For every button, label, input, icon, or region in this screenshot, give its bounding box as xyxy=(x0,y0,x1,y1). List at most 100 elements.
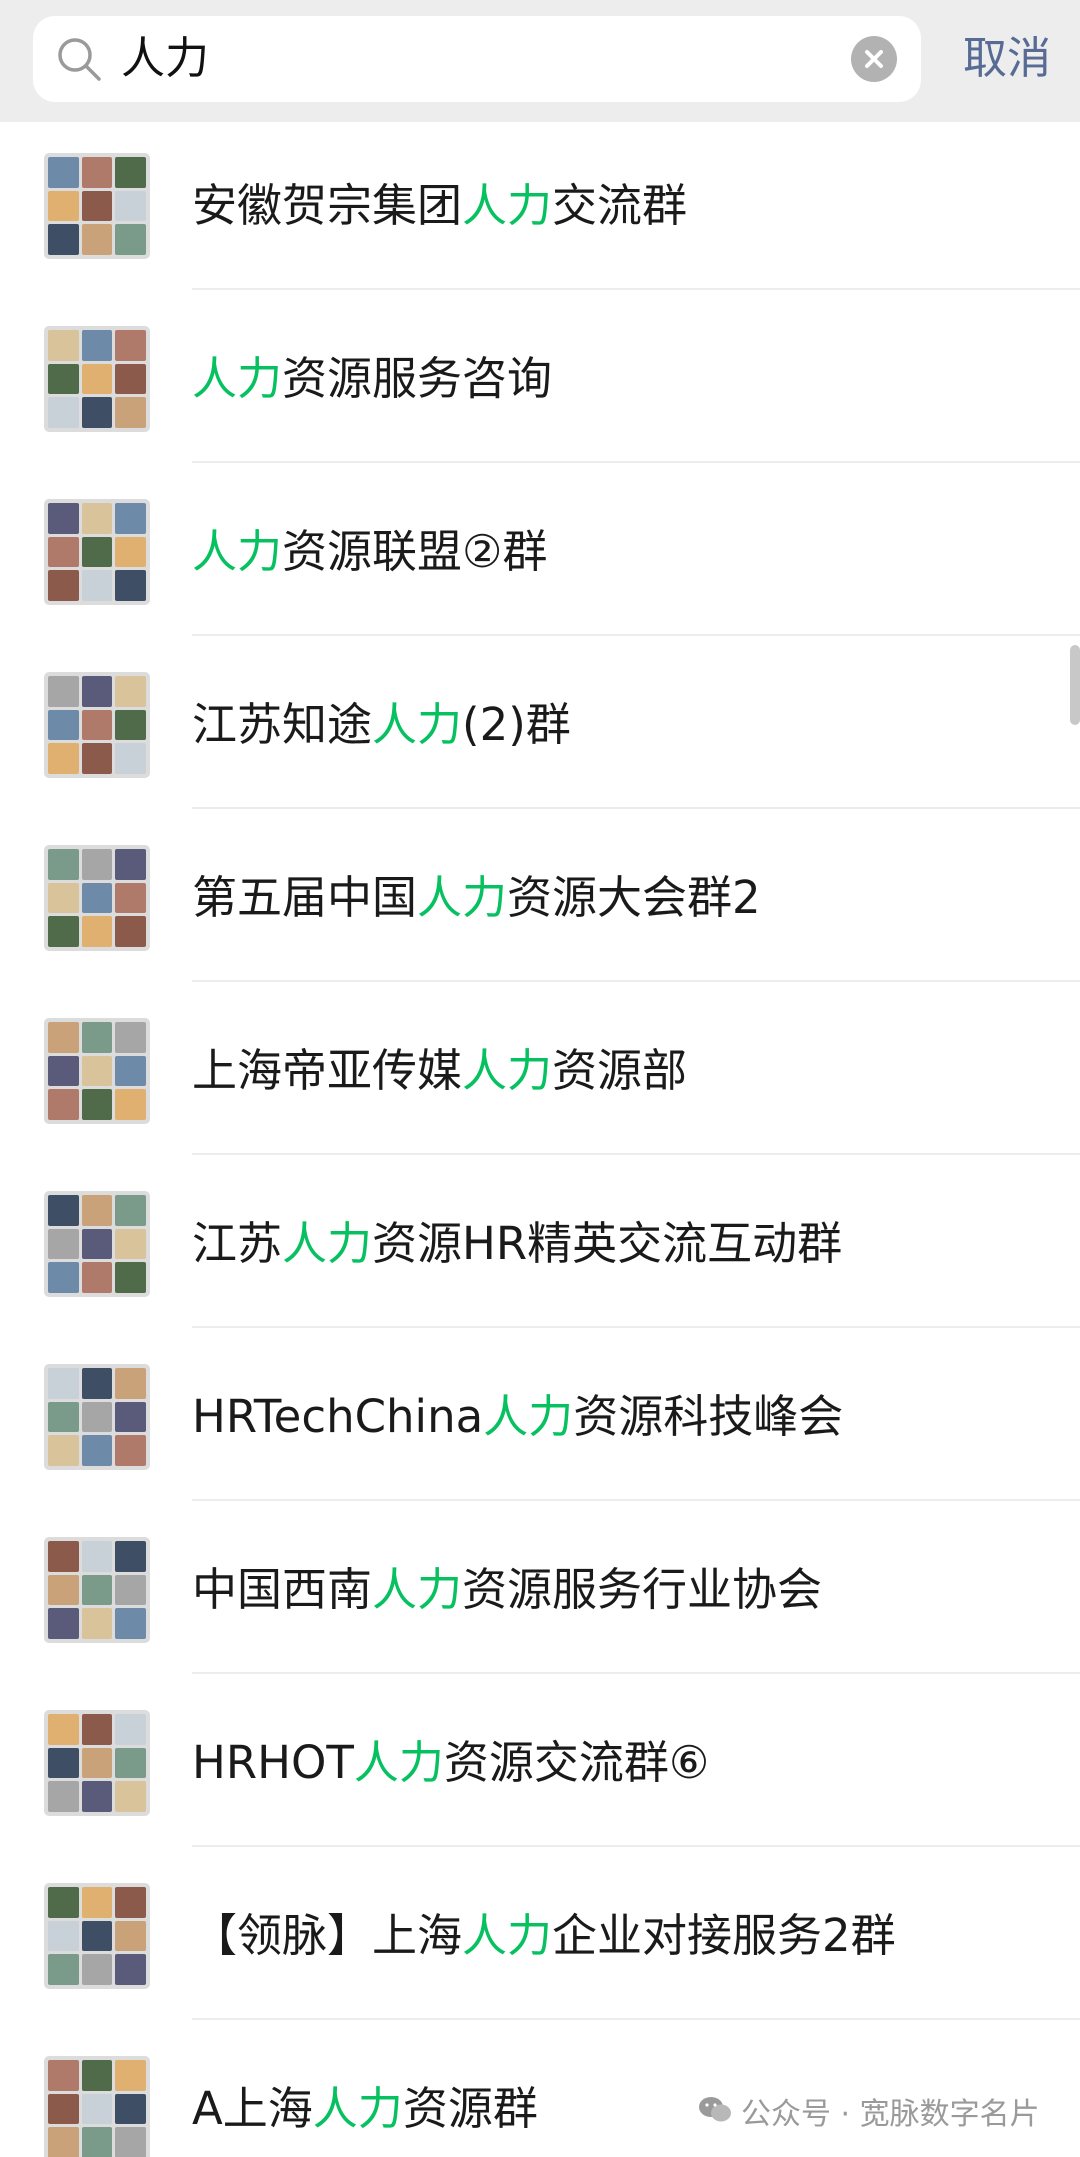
avatar-tile xyxy=(115,224,146,255)
group-name: 第五届中国人力资源大会群2 xyxy=(192,858,761,938)
avatar-tile xyxy=(81,743,113,774)
avatar-tile xyxy=(48,849,79,880)
group-name-after: 资源服务咨询 xyxy=(282,352,553,405)
avatar-tile xyxy=(48,570,79,601)
avatar-tile xyxy=(115,157,146,188)
avatar-tile xyxy=(48,1714,79,1745)
watermark-text: 公众号 · 宽脉数字名片 xyxy=(741,2097,1040,2132)
avatar-tile xyxy=(81,224,113,255)
search-query[interactable]: 人力 xyxy=(121,16,209,102)
match-highlight: 人力 xyxy=(282,1217,373,1270)
avatar-tile xyxy=(48,330,79,361)
avatar-tile xyxy=(48,224,79,255)
avatar-tile xyxy=(115,1262,146,1293)
avatar-tile xyxy=(81,1195,113,1226)
match-highlight: 人力 xyxy=(483,1390,574,1443)
avatar-tile xyxy=(48,1781,79,1812)
list-item[interactable]: 人力资源服务咨询 xyxy=(0,290,1080,463)
match-highlight: 人力 xyxy=(312,2082,403,2135)
avatar-tile xyxy=(81,1055,113,1087)
group-name-after: 资源交流群⑥ xyxy=(443,1736,710,1789)
match-highlight: 人力 xyxy=(192,525,283,578)
avatar-tile xyxy=(115,1714,146,1745)
avatar-tile xyxy=(115,882,146,914)
avatar-tile xyxy=(81,2093,113,2125)
avatar-tile xyxy=(48,1089,79,1120)
avatar-tile xyxy=(115,1089,146,1120)
avatar-tile xyxy=(81,157,113,188)
match-highlight: 人力 xyxy=(417,871,508,924)
avatar-tile xyxy=(48,2093,79,2125)
avatar-tile xyxy=(81,1920,113,1952)
list-item[interactable]: 中国西南人力资源服务行业协会 xyxy=(0,1501,1080,1674)
list-item[interactable]: HRTechChina人力资源科技峰会 xyxy=(0,1328,1080,1501)
avatar-tile xyxy=(81,330,113,361)
avatar-tile xyxy=(81,536,113,568)
avatar-tile xyxy=(48,363,79,395)
list-item[interactable]: 第五届中国人力资源大会群2 xyxy=(0,809,1080,982)
avatar-tile xyxy=(81,1887,113,1918)
group-avatar xyxy=(44,1537,150,1643)
cancel-button[interactable]: 取消 xyxy=(952,16,1062,102)
avatar-tile xyxy=(48,709,79,741)
list-item[interactable]: 江苏人力资源HR精英交流互动群 xyxy=(0,1155,1080,1328)
group-name-before: 中国西南 xyxy=(192,1563,373,1616)
group-name-after: 资源HR精英交流互动群 xyxy=(372,1217,843,1270)
group-name: 江苏知途人力(2)群 xyxy=(192,685,571,765)
avatar-tile xyxy=(115,849,146,880)
avatar-tile xyxy=(115,1781,146,1812)
group-name-after: (2)群 xyxy=(462,698,571,751)
match-highlight: 人力 xyxy=(462,1044,553,1097)
group-name-before: 上海帝亚传媒 xyxy=(192,1044,463,1097)
avatar-tile xyxy=(48,743,79,774)
group-avatar xyxy=(44,1191,150,1297)
group-name-before: HRTechChina xyxy=(192,1390,484,1443)
group-name: 中国西南人力资源服务行业协会 xyxy=(192,1550,822,1630)
group-avatar xyxy=(44,153,150,259)
avatar-tile xyxy=(81,190,113,222)
avatar-tile xyxy=(115,1747,146,1779)
group-name-before: 江苏知途 xyxy=(192,698,373,751)
watermark: 公众号 · 宽脉数字名片 xyxy=(697,2090,1040,2140)
avatar-tile xyxy=(81,1228,113,1260)
avatar-tile xyxy=(48,1435,79,1466)
avatar-tile xyxy=(48,1954,79,1985)
list-item[interactable]: 【领脉】上海人力企业对接服务2群 xyxy=(0,1847,1080,2020)
list-item[interactable]: 人力资源联盟②群 xyxy=(0,463,1080,636)
group-name: 上海帝亚传媒人力资源部 xyxy=(192,1031,687,1111)
list-item[interactable]: 上海帝亚传媒人力资源部 xyxy=(0,982,1080,1155)
avatar-tile xyxy=(48,1401,79,1433)
list-item[interactable]: 安徽贺宗集团人力交流群 xyxy=(0,117,1080,290)
avatar-tile xyxy=(48,1574,79,1606)
avatar-tile xyxy=(81,570,113,601)
group-avatar xyxy=(44,1883,150,1989)
match-highlight: 人力 xyxy=(372,698,463,751)
avatar-tile xyxy=(81,709,113,741)
avatar-tile xyxy=(48,1920,79,1952)
avatar-tile xyxy=(48,2060,79,2091)
avatar-tile xyxy=(115,1574,146,1606)
list-item[interactable]: 江苏知途人力(2)群 xyxy=(0,636,1080,809)
group-avatar xyxy=(44,326,150,432)
list-item[interactable]: HRHOT人力资源交流群⑥ xyxy=(0,1674,1080,1847)
avatar-tile xyxy=(115,1954,146,1985)
avatar-tile xyxy=(81,1401,113,1433)
group-name-after: 交流群 xyxy=(552,179,688,232)
avatar-tile xyxy=(48,1747,79,1779)
match-highlight: 人力 xyxy=(462,1909,553,1962)
group-name-after: 资源服务行业协会 xyxy=(462,1563,823,1616)
avatar-tile xyxy=(115,1920,146,1952)
avatar-tile xyxy=(115,536,146,568)
group-name-before: HRHOT xyxy=(192,1736,354,1789)
avatar-tile xyxy=(115,1887,146,1918)
avatar-tile xyxy=(115,676,146,707)
avatar-tile xyxy=(81,916,113,947)
avatar-tile xyxy=(81,882,113,914)
avatar-tile xyxy=(115,503,146,534)
avatar-tile xyxy=(48,676,79,707)
group-name-before: 安徽贺宗集团 xyxy=(192,179,463,232)
search-input[interactable]: 人力 xyxy=(33,16,921,102)
clear-icon[interactable] xyxy=(851,36,897,82)
avatar-tile xyxy=(81,1368,113,1399)
scrollbar[interactable] xyxy=(1070,645,1080,725)
